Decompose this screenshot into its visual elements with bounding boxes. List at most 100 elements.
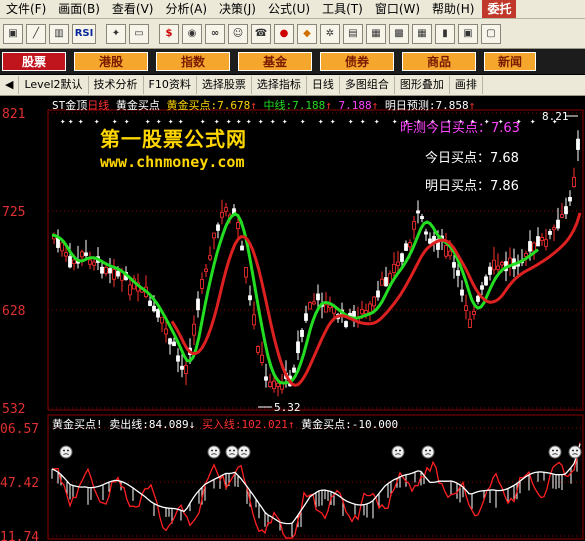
candle-body: [192, 323, 196, 336]
candle-body: [372, 296, 376, 307]
candle-body: [292, 367, 296, 373]
diamond-icon[interactable]: ◆: [297, 23, 317, 44]
candle-body: [152, 305, 156, 312]
candle-body: [456, 270, 460, 276]
smiley-icon: [421, 445, 435, 459]
menu-help[interactable]: 帮助(H): [426, 0, 480, 18]
candle-body: [196, 298, 200, 311]
ind2-label: 黄金买点:: [166, 99, 218, 112]
monitor2-icon[interactable]: ▣: [458, 23, 478, 44]
fb-daily[interactable]: 日线: [307, 76, 340, 94]
menu-formula[interactable]: 公式(U): [262, 0, 316, 18]
smiley-icon: [568, 445, 582, 459]
dot-icon[interactable]: ●: [274, 23, 294, 44]
bars-icon[interactable]: ▮: [435, 23, 455, 44]
menu-trade[interactable]: 委托: [482, 0, 517, 18]
menu-tools[interactable]: 工具(T): [316, 0, 369, 18]
candle-body: [184, 365, 188, 374]
binoculars-icon[interactable]: ∞: [205, 23, 225, 44]
candle-body: [552, 227, 556, 231]
tab-stock[interactable]: 股票: [2, 52, 66, 71]
tab-hk[interactable]: 港股: [74, 52, 148, 71]
candle-body: [576, 138, 580, 150]
candle-body: [200, 278, 204, 289]
candle-body: [212, 232, 216, 239]
candle-body: [468, 318, 472, 328]
signal-marker: ✦: [282, 117, 288, 127]
candle-body: [540, 237, 544, 241]
tab-index[interactable]: 指数: [156, 52, 230, 71]
candle-body: [300, 329, 304, 337]
ruler-icon[interactable]: ▭: [129, 23, 149, 44]
candle-body: [68, 256, 72, 268]
fb-overlay[interactable]: 图形叠加: [395, 76, 450, 94]
candle-body: [444, 245, 448, 257]
smiley-icon: [391, 445, 405, 459]
menu-view[interactable]: 画面(B): [52, 0, 106, 18]
candle-body: [248, 295, 252, 301]
calc-icon[interactable]: ▩: [389, 23, 409, 44]
menu-decision[interactable]: 决策(J): [213, 0, 262, 18]
candle-body: [256, 346, 260, 353]
candle-body: [164, 328, 168, 335]
candle-body: [92, 261, 96, 266]
table-icon[interactable]: ▦: [412, 23, 432, 44]
fb-draw[interactable]: 画排: [450, 76, 483, 94]
fb-select-stock[interactable]: 选择股票: [197, 76, 252, 94]
book-icon[interactable]: ▤: [343, 23, 363, 44]
candle-body: [240, 245, 244, 251]
chart-icon[interactable]: ╱: [26, 23, 46, 44]
candle-body: [564, 206, 568, 215]
candle-body: [560, 214, 564, 218]
signal-marker: ✦: [530, 117, 536, 127]
tab-commodity[interactable]: 商品: [402, 52, 476, 71]
fb-tech-analysis[interactable]: 技术分析: [89, 76, 144, 94]
candle-body: [472, 310, 476, 315]
fb-select-indicator[interactable]: 选择指标: [252, 76, 307, 94]
menu-file[interactable]: 文件(F): [0, 0, 52, 18]
tab-news[interactable]: 新闻: [484, 52, 536, 71]
fb-level2[interactable]: Level2默认: [19, 76, 89, 94]
y-tick-725: 725: [2, 205, 25, 220]
bar-icon[interactable]: ▥: [49, 23, 69, 44]
candle-body: [452, 262, 456, 268]
rsi-icon[interactable]: RSI: [72, 23, 96, 44]
gear-icon[interactable]: ✲: [320, 23, 340, 44]
predict-label: 明日预测:: [384, 99, 436, 112]
candle-body: [260, 354, 264, 363]
monitor-icon[interactable]: ▣: [3, 23, 23, 44]
fb-multi-chart[interactable]: 多图组合: [340, 76, 395, 94]
high-value-label: 8.21: [542, 110, 569, 123]
period-label: 日线: [87, 99, 110, 112]
phone-icon[interactable]: ☎: [251, 23, 271, 44]
candle-body: [168, 338, 172, 345]
ind1-label: 黄金买点: [115, 99, 160, 112]
people-icon[interactable]: ☺: [228, 23, 248, 44]
ind2-value: 7.678: [217, 99, 251, 112]
menu-window[interactable]: 窗口(W): [369, 0, 426, 18]
tab-bond[interactable]: 债券: [320, 52, 394, 71]
toolbar-separator: [99, 24, 103, 44]
compass-icon[interactable]: ✦: [106, 23, 126, 44]
menu-look[interactable]: 查看(V): [106, 0, 160, 18]
tv-icon[interactable]: ▢: [481, 23, 501, 44]
fb-f10[interactable]: F10资料: [144, 76, 197, 94]
candle-body: [84, 252, 88, 256]
candle-body: [316, 293, 320, 301]
candle-body: [244, 267, 248, 278]
book2-icon[interactable]: ▦: [366, 23, 386, 44]
toolbar-separator: [152, 24, 156, 44]
candle-body: [236, 222, 240, 230]
menu-analysis[interactable]: 分析(A): [159, 0, 213, 18]
signal-marker: ✦: [68, 117, 74, 127]
candle-body: [88, 259, 92, 265]
eye-icon[interactable]: ◉: [182, 23, 202, 44]
candle-body: [72, 259, 76, 265]
candle-body: [476, 295, 480, 302]
tab-fund[interactable]: 基金: [238, 52, 312, 71]
dollar-icon[interactable]: $: [159, 23, 179, 44]
candle-body: [268, 381, 272, 387]
scroll-left-button[interactable]: ◀: [0, 76, 20, 94]
candle-body: [420, 216, 424, 220]
candle-body: [116, 270, 120, 277]
